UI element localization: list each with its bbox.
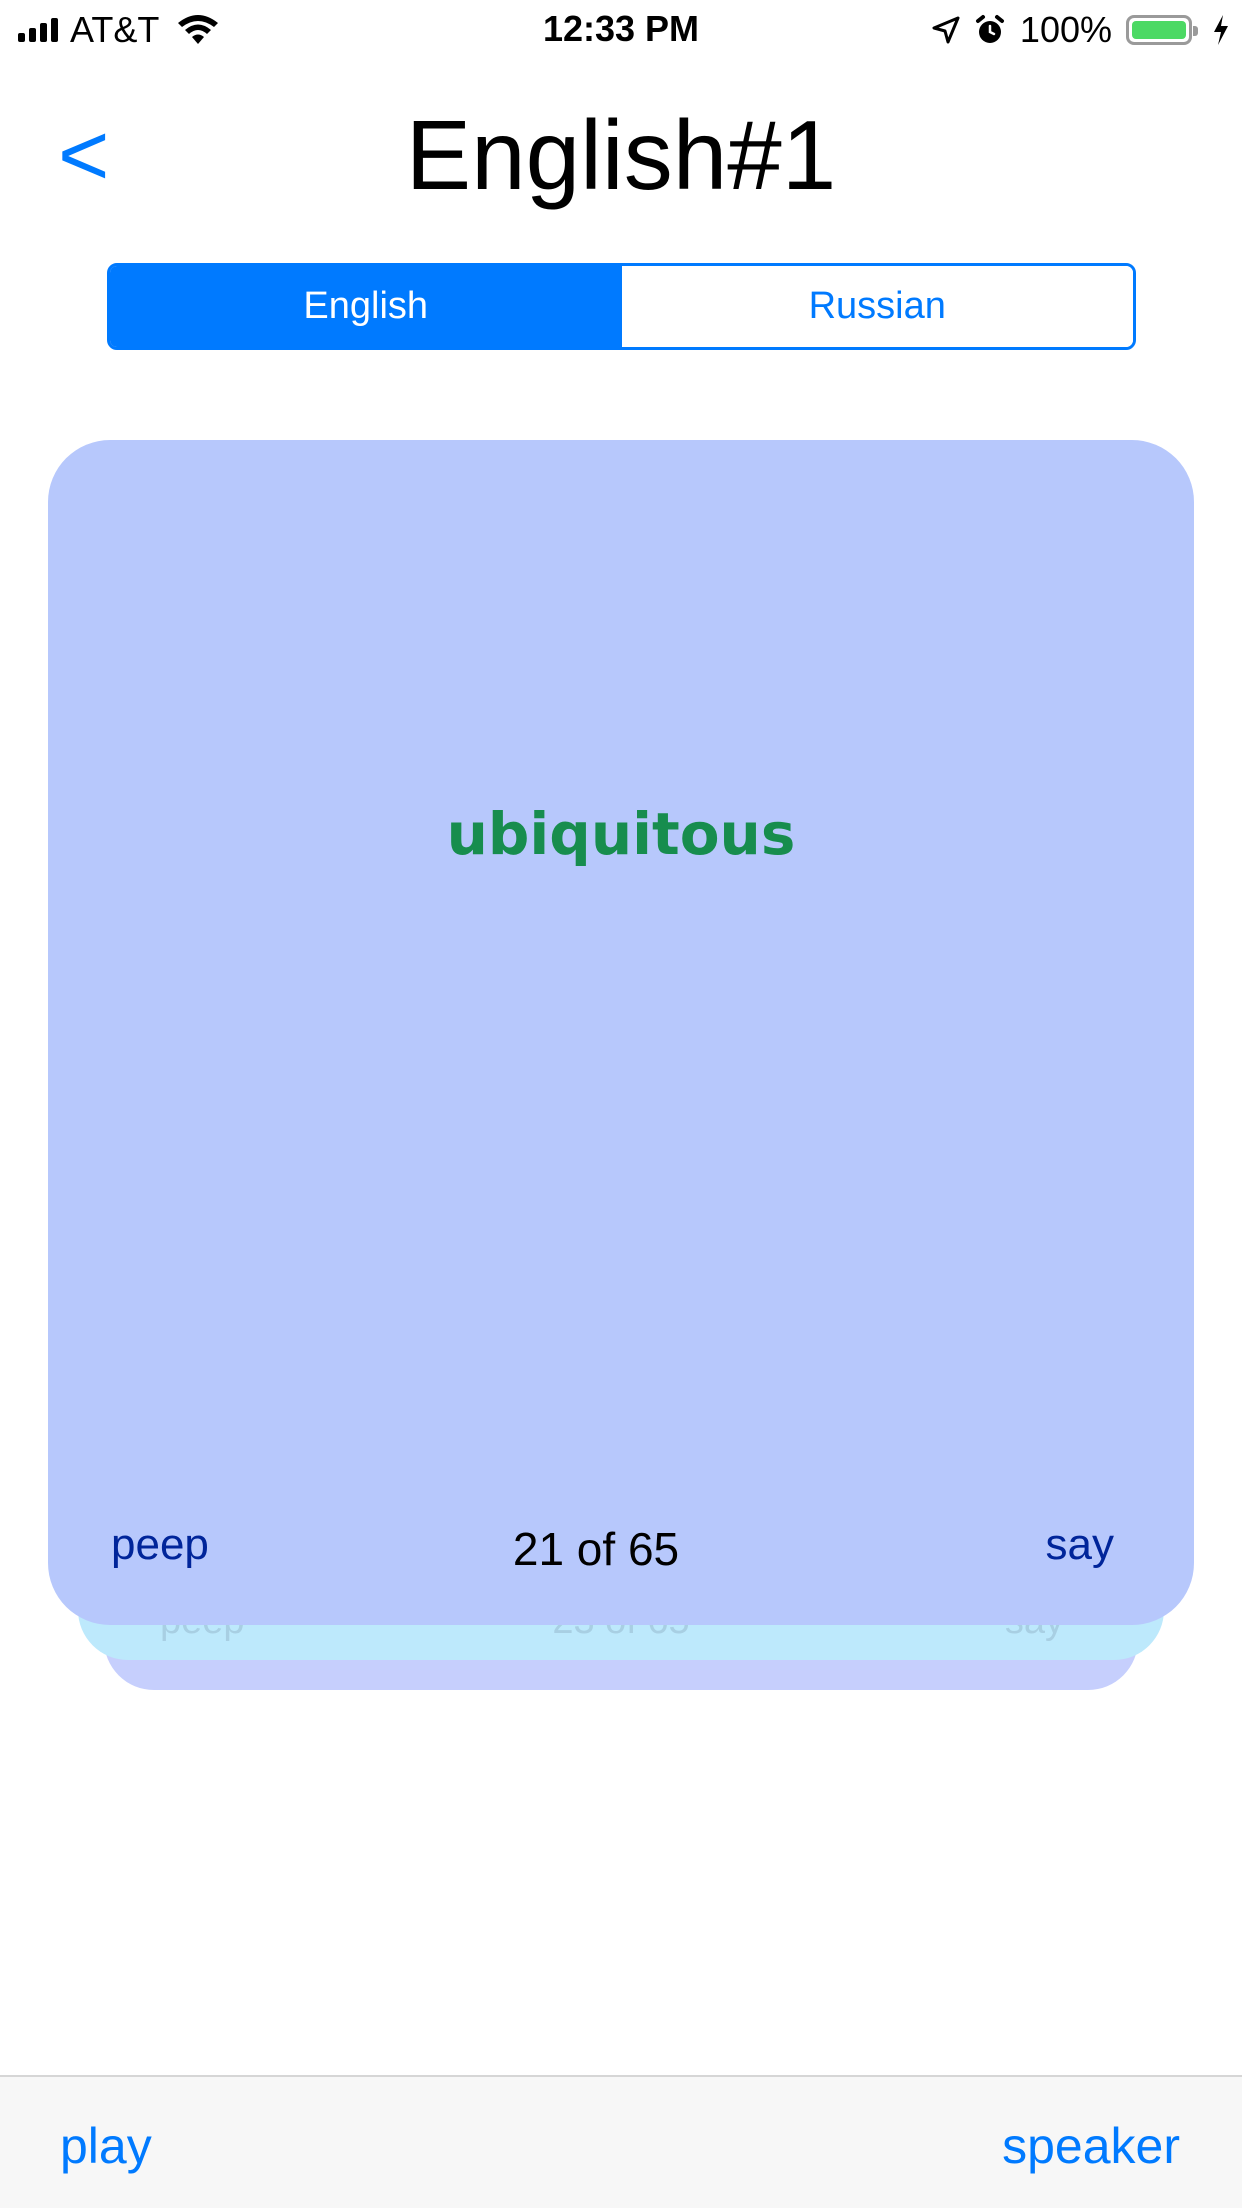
flashcard[interactable]: ubiquitous peep 21 of 65 say — [48, 440, 1194, 1625]
card-word: ubiquitous — [446, 800, 796, 868]
segment-english[interactable]: English — [110, 266, 622, 347]
location-icon — [932, 16, 960, 44]
battery-icon — [1126, 15, 1198, 45]
play-button[interactable]: play — [60, 2117, 152, 2175]
charging-icon — [1214, 15, 1228, 45]
card-counter-text: 21 of 65 — [512, 1523, 680, 1575]
battery-percent: 100% — [1019, 9, 1112, 50]
card-counter: 21 of 65 — [48, 1522, 1194, 1576]
bottom-toolbar: play speaker — [0, 2075, 1242, 2208]
battery-level — [1132, 21, 1186, 39]
language-segmented-control: English Russian — [107, 263, 1136, 350]
status-right: 100% — [932, 8, 1230, 52]
segment-russian[interactable]: Russian — [621, 266, 1133, 347]
say-button[interactable]: say — [1046, 1520, 1114, 1570]
page-title: English#1 — [405, 100, 837, 210]
status-bar: AT&T 12:33 PM 100% — [0, 0, 1242, 60]
alarm-icon — [975, 15, 1004, 43]
speaker-button[interactable]: speaker — [1002, 2117, 1180, 2175]
